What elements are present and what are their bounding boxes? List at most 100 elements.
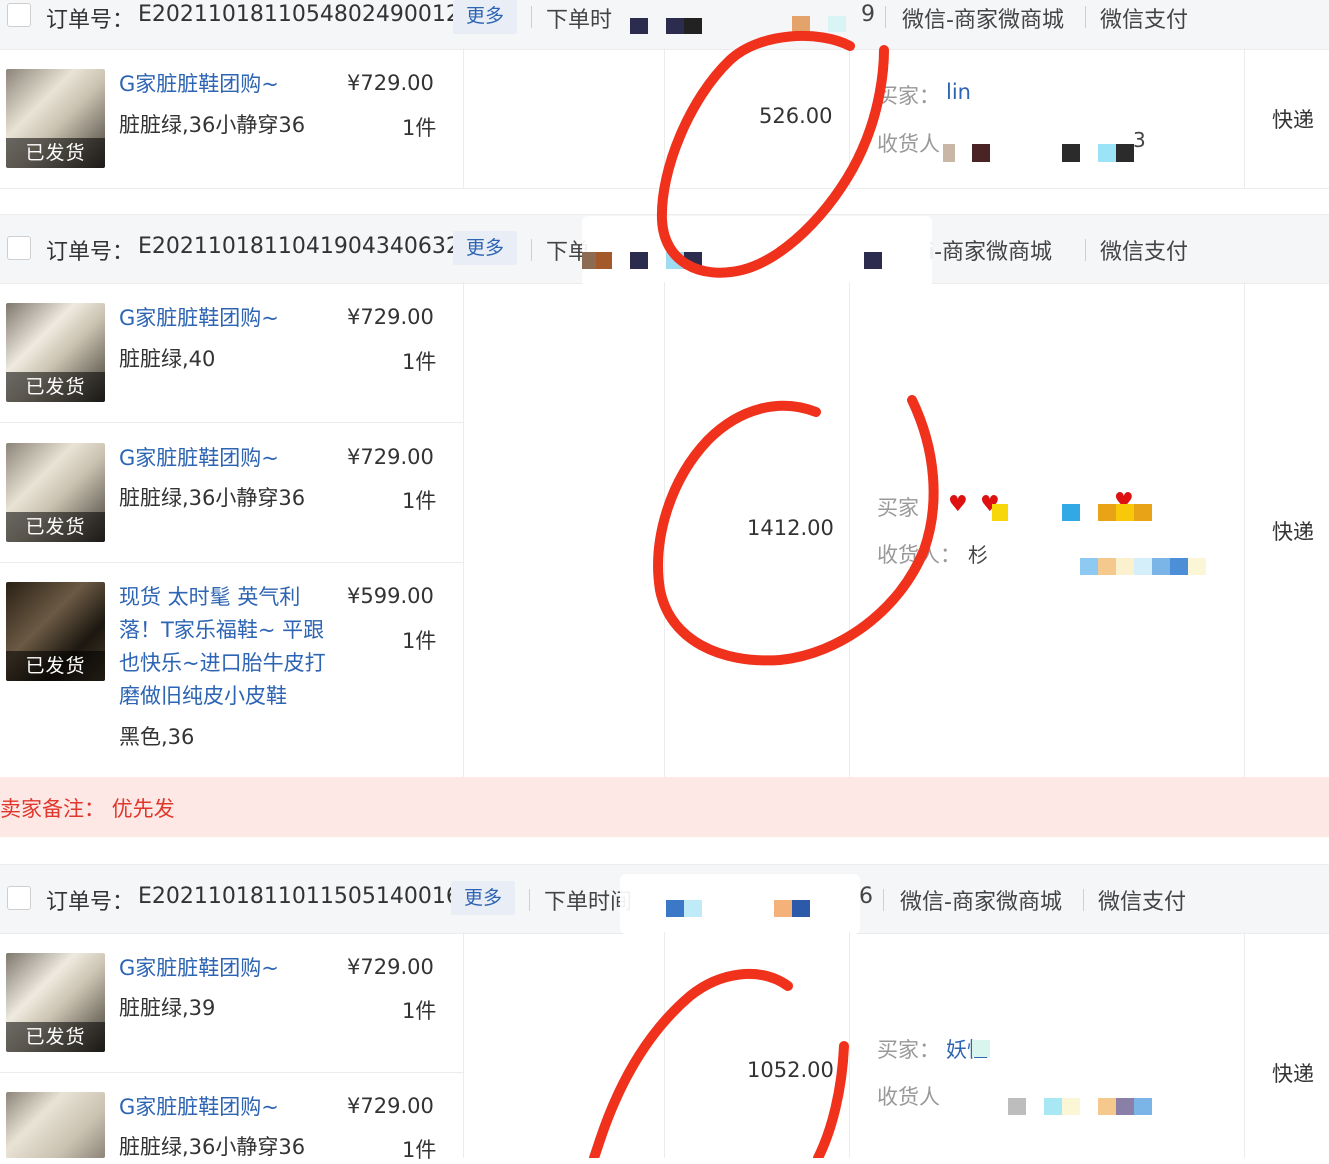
product-name[interactable]: G家脏脏鞋团购~ [119,442,279,475]
order-checkbox[interactable] [7,236,31,260]
buyer-label: 买家： [877,84,940,108]
more-button[interactable]: 更多 [453,231,517,265]
order-time-label: 下单时 [546,8,613,33]
privacy-mosaic [666,252,684,269]
row-divider [0,562,463,563]
product-thumbnail[interactable]: 已发货 [6,303,105,402]
divider [531,239,532,261]
privacy-mosaic [792,16,810,32]
product-variant: 脏脏绿,36小静穿36 [119,486,306,510]
privacy-mosaic [1062,504,1080,521]
product-name[interactable]: 现货 太时髦 英气利 落！T家乐福鞋~ 平跟 也快乐~进口胎牛皮打 磨做旧纯皮小… [119,581,349,713]
column-divider [1244,932,1245,1158]
product-name-line: 磨做旧纯皮小皮鞋 [119,684,287,708]
product-name[interactable]: G家脏脏鞋团购~ [119,302,279,335]
product-qty: 1件 [402,999,437,1023]
divider [531,6,532,28]
product-name-line: 现货 太时髦 英气利 [119,585,301,609]
product-name[interactable]: G家脏脏鞋团购~ [119,952,279,985]
product-price: ¥729.00 [347,305,434,329]
privacy-mosaic [1062,144,1080,162]
order-number-label: 订单号： [46,240,135,265]
privacy-mosaic [972,1040,990,1057]
shipping-method: 快递 [1272,108,1314,132]
receiver-label: 收货人 [877,1085,940,1109]
order-checkbox[interactable] [7,3,31,27]
privacy-mosaic [582,252,596,269]
privacy-mosaic [596,252,612,269]
privacy-mosaic [1188,558,1206,575]
product-price: ¥729.00 [347,71,434,95]
divider [1083,889,1084,911]
receiver-label: 收货人： [877,543,961,567]
seller-remark-text: 卖家备注： 优先发 [0,797,175,821]
privacy-mosaic [1134,1098,1152,1115]
receiver-name-partial: 杉 [968,543,988,567]
product-name[interactable]: G家脏脏鞋团购~ [119,1091,279,1124]
product-thumbnail[interactable]: 已发货 [6,443,105,542]
column-divider [849,282,850,777]
product-price: ¥729.00 [347,445,434,469]
privacy-mosaic [792,900,810,917]
column-divider [664,48,665,188]
product-thumbnail[interactable]: 已发货 [6,69,105,168]
column-divider [463,282,464,777]
order-checkbox[interactable] [7,886,31,910]
order-time-tail: 9 [861,2,875,27]
privacy-mosaic [992,504,1008,521]
product-qty: 1件 [402,629,437,653]
product-variant: 脏脏绿,36小静穿36 [119,1135,306,1159]
product-thumbnail[interactable]: 已发货 [6,582,105,681]
order-source: 微信-商家微商城 [902,8,1064,33]
order-source: 微信-商家微商城 [900,890,1062,915]
privacy-mosaic [1098,504,1116,521]
privacy-mosaic [666,18,684,34]
column-divider [664,932,665,1158]
more-button[interactable]: 更多 [451,881,515,915]
order-number: E20211018110419043406325 [138,234,474,259]
product-price: ¥729.00 [347,1094,434,1118]
privacy-mosaic [1098,1098,1116,1115]
shipped-badge: 已发货 [6,651,105,681]
privacy-mosaic [666,900,684,917]
privacy-mosaic [630,18,648,34]
column-divider [463,48,464,188]
privacy-mosaic [1170,558,1188,575]
product-price: ¥729.00 [347,955,434,979]
column-divider [1244,48,1245,188]
privacy-blur [620,874,860,934]
product-variant: 脏脏绿,39 [119,996,216,1020]
column-divider [849,48,850,188]
privacy-mosaic [828,16,846,32]
product-qty: 1件 [402,350,437,374]
divider [1085,6,1086,28]
payment-method: 微信支付 [1100,8,1189,33]
seller-remark [0,777,1329,837]
more-button[interactable]: 更多 [453,0,517,34]
privacy-mosaic [1116,504,1134,521]
buyer-name[interactable]: lin [946,80,971,104]
divider [885,6,886,28]
privacy-mosaic [1008,1098,1026,1115]
privacy-mosaic [1134,504,1152,521]
shipped-badge: 已发货 [6,512,105,542]
privacy-mosaic [684,900,702,917]
privacy-mosaic [864,252,882,269]
product-variant: 脏脏绿,40 [119,347,216,371]
product-price: ¥599.00 [347,584,434,608]
product-variant: 脏脏绿,36小静穿36 [119,113,306,137]
product-name-line: 也快乐~进口胎牛皮打 [119,651,326,675]
payment-method: 微信支付 [1100,240,1189,265]
privacy-mosaic [1134,558,1152,575]
privacy-mosaic [1098,144,1116,162]
privacy-mosaic [1080,558,1098,575]
product-thumbnail[interactable]: 已发货 [6,953,105,1052]
divider [883,889,884,911]
row-divider [0,188,1329,189]
privacy-mosaic [684,18,702,34]
product-thumbnail[interactable] [6,1092,105,1158]
receiver-label: 收货人 [877,132,940,156]
column-divider [849,932,850,1158]
product-name[interactable]: G家脏脏鞋团购~ [119,68,279,101]
product-variant: 黑色,36 [119,725,195,749]
